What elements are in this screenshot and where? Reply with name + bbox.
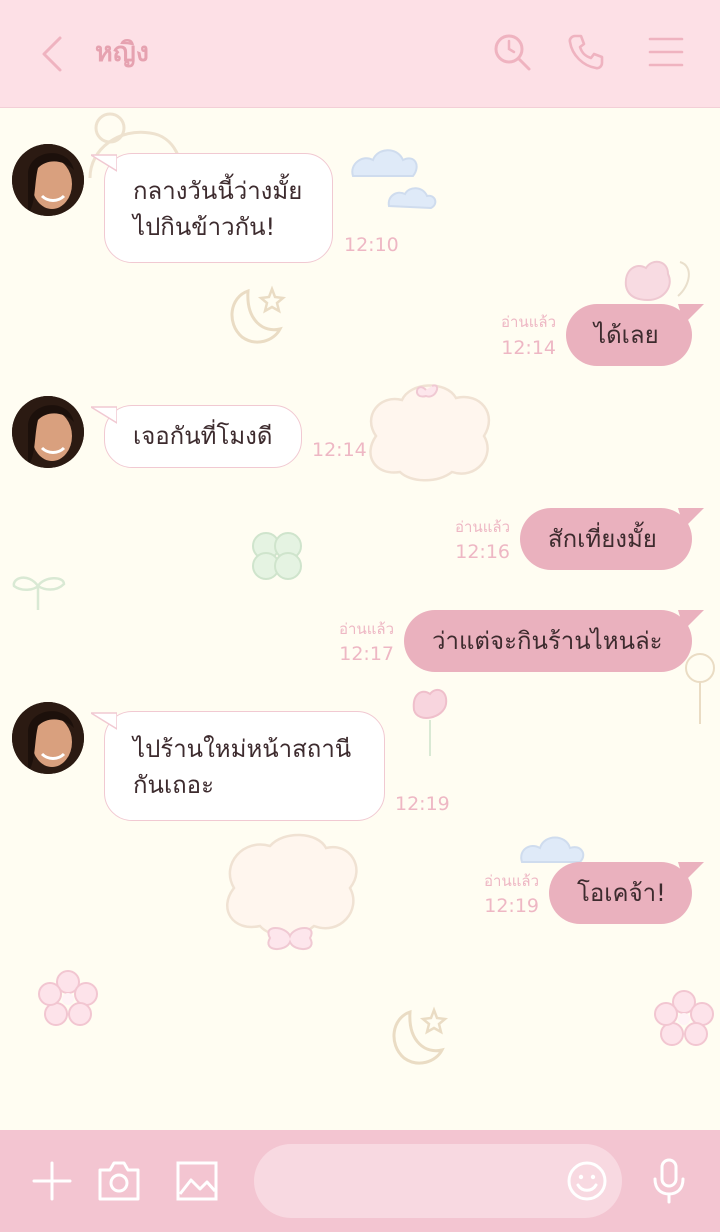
poodle-doodle-icon [226,833,358,950]
message-bubble-outgoing[interactable]: ว่าแต่จะกินร้านไหนล่ะ [404,610,704,672]
message-input[interactable] [254,1144,622,1218]
bubble-tail [91,154,117,172]
message-time: 12:19 [395,793,450,815]
message-bubble-incoming[interactable]: กลางวันนี้ว่างมั้ย ไปกินข้าวกัน! [91,153,333,263]
camera-icon[interactable] [96,1158,142,1204]
read-receipt: อ่านแล้ว [501,313,556,331]
message-line: ไปร้านใหม่หน้าสถานี [133,735,352,763]
message-text: ได้เลย [594,321,659,349]
message-text: ว่าแต่จะกินร้านไหนล่ะ [432,627,663,655]
avatar-photo [12,396,84,468]
message-bubble-incoming[interactable]: เจอกันที่โมงดี [91,405,302,468]
emoji-icon[interactable] [566,1160,608,1202]
read-receipt: อ่านแล้ว [339,620,394,638]
message-line: กลางวันนี้ว่างมั้ย [133,177,303,205]
cloud-icon [351,149,437,210]
message-time: 12:16 [455,541,510,563]
phone-icon[interactable] [566,32,606,72]
read-receipt: อ่านแล้ว [455,518,510,536]
contact-name: หญิง [95,37,149,68]
message-composer [0,1130,720,1232]
microphone-icon[interactable] [650,1157,688,1205]
bubble-tail [678,610,704,630]
poodle-doodle-icon [369,384,491,482]
contact-avatar[interactable] [12,396,84,468]
plus-icon[interactable] [30,1159,74,1203]
message-time: 12:19 [484,895,539,917]
contact-avatar[interactable] [12,144,84,216]
message-line: เจอกันที่โมงดี [133,422,273,450]
sprout-icon [12,576,66,610]
bubble-tail [678,862,704,882]
message-time: 12:14 [312,439,367,461]
message-bubble-incoming[interactable]: ไปร้านใหม่หน้าสถานี กันเถอะ [91,711,385,821]
moon-icon [230,285,287,344]
bubble-tail [678,304,704,324]
message-bubble-outgoing[interactable]: ได้เลย [566,304,704,366]
moon-icon [392,1006,449,1065]
bubble-tail [91,406,117,424]
message-time: 12:14 [501,337,556,359]
tulip-icon [412,688,448,756]
back-icon[interactable] [36,34,68,74]
message-text: สักเที่ยงมั้ย [548,525,657,553]
bubble-tail [91,712,117,730]
message-line: กันเถอะ [133,771,214,799]
image-icon[interactable] [174,1158,220,1204]
avatar-photo [12,144,84,216]
message-line: ไปกินข้าวกัน! [133,213,276,241]
message-bubble-outgoing[interactable]: สักเที่ยงมั้ย [520,508,704,570]
bubble-tail [678,508,704,528]
avatar-photo [12,702,84,774]
message-time: 12:17 [339,643,394,665]
clover-icon [252,532,302,580]
flower-icon [38,970,98,1026]
chat-header: หญิง [0,0,720,108]
flower-icon [654,990,714,1046]
message-bubble-outgoing[interactable]: โอเคจ้า! [549,862,704,924]
chat-area[interactable]: กลางวันนี้ว่างมั้ย ไปกินข้าวกัน! 12:10 อ… [0,108,720,1130]
message-time: 12:10 [344,234,399,256]
read-receipt: อ่านแล้ว [484,872,539,890]
search-icon[interactable] [492,32,532,72]
message-text: โอเคจ้า! [577,879,666,907]
contact-avatar[interactable] [12,702,84,774]
menu-icon[interactable] [646,32,686,72]
